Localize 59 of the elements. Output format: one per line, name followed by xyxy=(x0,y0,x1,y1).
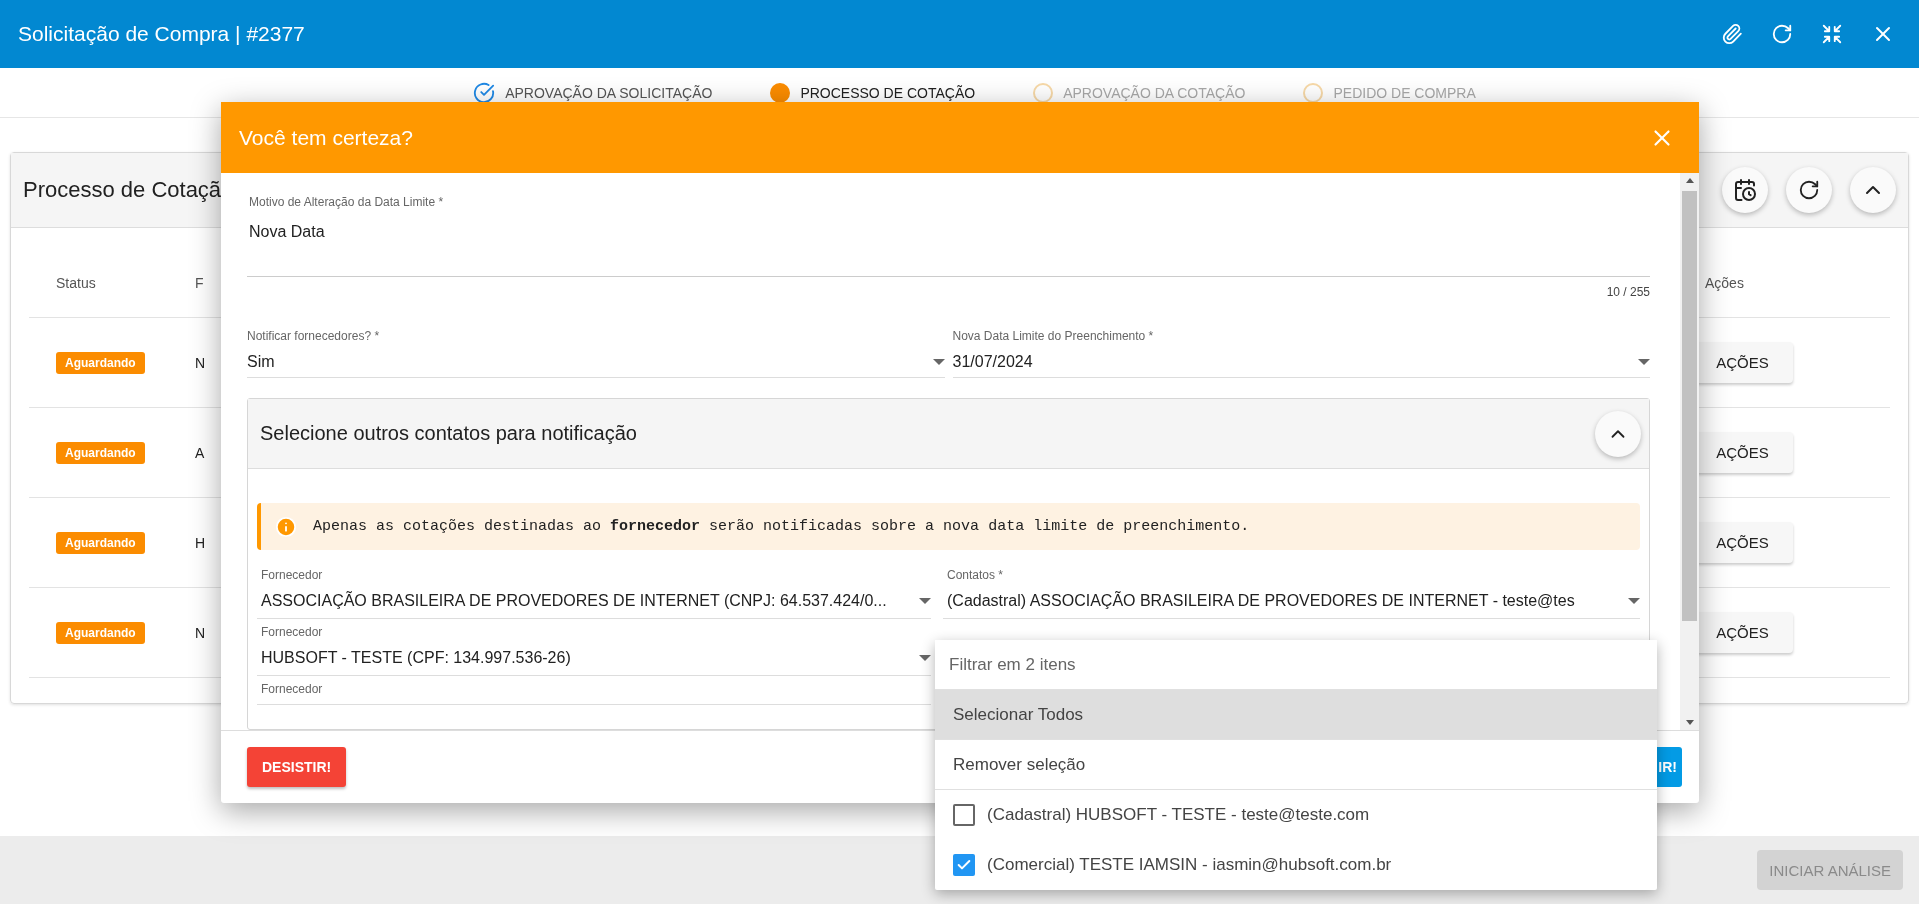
option-label[interactable]: (Comercial) TESTE IAMSIN - iasmin@hubsoft.com.br xyxy=(987,855,1392,875)
table-cell: H xyxy=(195,534,206,551)
caret-icon xyxy=(1628,598,1640,604)
calendar-clock-icon[interactable] xyxy=(1722,167,1768,213)
field-label: Fornecedor xyxy=(261,682,324,696)
field-label: Fornecedor xyxy=(261,568,324,582)
contacts-select[interactable]: Contatos * (Cadastral) ASSOCIAÇÃO BRASILEIRA DE PROVEDORES DE INTERNET - teste@tes xyxy=(943,562,1640,619)
dialog-title: Você tem certeza? xyxy=(239,125,414,150)
panel-title: Selecione outros contatos para notificação xyxy=(260,422,638,445)
shrink-icon[interactable] xyxy=(1821,23,1843,45)
table-cell: N xyxy=(195,624,206,641)
field-value: Nova Data xyxy=(249,223,326,241)
notify-select[interactable]: Notificar fornecedores? * Sim xyxy=(247,329,945,378)
supplier-select[interactable]: Fornecedor HUBSOFT - TESTE (CPF: 134.997.536-26) xyxy=(257,619,931,676)
column-header: F xyxy=(195,274,204,291)
supplier-select[interactable]: Fornecedor ASSOCIAÇÃO BRASILEIRA DE PROVEDORES DE INTERNET (CNPJ: 64.537.424/0... xyxy=(257,562,931,619)
caret-icon xyxy=(919,655,931,661)
paperclip-icon[interactable] xyxy=(1721,23,1743,45)
supplier-select[interactable]: Fornecedor xyxy=(257,676,931,705)
window-title: Solicitação de Compra | #2377 xyxy=(18,22,306,46)
info-icon xyxy=(275,515,297,538)
cancel-button[interactable]: DESISTIR! xyxy=(247,747,347,787)
table-cell: N xyxy=(195,354,206,371)
field-value: (Cadastral) ASSOCIAÇÃO BRASILEIRA DE PROVEDORES DE INTERNET - teste@tes xyxy=(947,592,1575,610)
caret-icon xyxy=(932,359,945,365)
checkbox[interactable] xyxy=(953,804,975,826)
step-label[interactable]: APROVAÇÃO DA SOLICITAÇÃO xyxy=(505,84,713,101)
field-label: Fornecedor xyxy=(261,625,324,639)
caret-icon xyxy=(1638,359,1650,365)
step-label[interactable]: PROCESSO DE COTAÇÃO xyxy=(800,84,976,101)
menu-item[interactable]: Remover seleção xyxy=(935,740,1657,790)
field-label: Notificar fornecedores? * xyxy=(247,329,381,343)
field-label: Nova Data Limite do Preenchimento * xyxy=(952,329,1155,343)
field-value: HUBSOFT - TESTE (CPF: 134.997.536-26) xyxy=(261,649,571,667)
status-badge: Aguardando xyxy=(56,531,145,554)
scrollbar-thumb[interactable] xyxy=(1682,191,1697,621)
field-value: Sim xyxy=(247,353,275,371)
card-title: Processo de Cotaçã xyxy=(23,177,222,203)
option-label[interactable]: (Cadastral) HUBSOFT - TESTE - teste@teste.com xyxy=(987,805,1370,825)
checkbox[interactable] xyxy=(953,854,975,876)
field-label: Motivo de Alteração da Data Limite * xyxy=(249,195,445,209)
field-label: Contatos * xyxy=(947,568,1005,582)
alert-text: Apenas as cotações destinadas ao fornecedor serão notificadas sobre a nova data limite de preenchimento. xyxy=(313,518,1250,535)
field-value: 31/07/2024 xyxy=(952,353,1033,371)
menu-item[interactable]: Selecionar Todos xyxy=(935,690,1657,740)
status-badge: Aguardando xyxy=(56,351,145,374)
scrollbar[interactable] xyxy=(1680,173,1699,730)
refresh-icon[interactable] xyxy=(1786,167,1832,213)
caret-icon xyxy=(919,598,931,604)
column-header: Status xyxy=(56,274,96,291)
char-counter: 10 / 255 xyxy=(1606,285,1650,299)
status-badge: Aguardando xyxy=(56,621,145,644)
field-value: ASSOCIAÇÃO BRASILEIRA DE PROVEDORES DE INTERNET (CNPJ: 64.537.424/0... xyxy=(261,592,887,610)
status-badge: Aguardando xyxy=(56,441,145,464)
deadline-select[interactable]: Nova Data Limite do Preenchimento * 31/07/2024 xyxy=(952,329,1650,378)
table-cell: A xyxy=(195,444,205,461)
filter-input[interactable]: Filtrar em 2 itens xyxy=(935,640,1657,690)
reason-field[interactable]: Motivo de Alteração da Data Limite * Nova Data xyxy=(247,195,1650,277)
column-header: Ações xyxy=(1705,274,1744,291)
